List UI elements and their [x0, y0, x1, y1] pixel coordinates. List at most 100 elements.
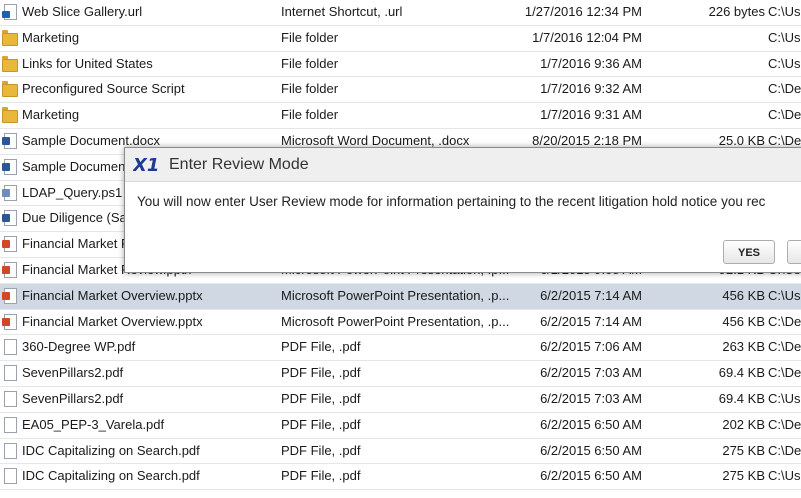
file-name: SevenPillars2.pdf	[22, 365, 124, 381]
file-row[interactable]: Links for United States File folder 1/7/20…	[0, 52, 801, 78]
dialog-title: Enter Review Mode	[169, 156, 309, 173]
x1-logo-icon: X1	[133, 155, 159, 174]
ppt-file-icon	[2, 313, 18, 330]
file-date: 1/7/2016 9:31 AM	[540, 107, 642, 123]
pdf-file-icon	[2, 416, 18, 433]
file-icon-shape	[4, 468, 17, 485]
file-size: 226 bytes	[708, 4, 765, 19]
file-name: SevenPillars2.pdf	[22, 390, 124, 406]
folder-icon	[2, 81, 18, 98]
file-path: C:\De	[768, 81, 801, 97]
file-date: 1/7/2016 9:32 AM	[540, 81, 642, 97]
file-path: C:\De	[768, 313, 801, 329]
dialog-title-bar: X1 Enter Review Mode	[125, 148, 801, 182]
file-icon-shape	[2, 132, 17, 149]
ppt-file-icon	[2, 287, 18, 304]
file-size: 456 KB	[722, 313, 765, 329]
file-row[interactable]: IDC Capitalizing on Search.pdf PDF File, …	[0, 464, 801, 491]
file-row[interactable]: IDC Capitalizing on Search.pdf PDF File, …	[0, 439, 801, 465]
doc-file-icon	[2, 158, 18, 175]
file-date: 6/2/2015 6:50 AM	[540, 416, 642, 432]
file-date: 6/2/2015 7:03 AM	[540, 390, 642, 406]
doc-file-icon	[2, 132, 18, 149]
file-path: C:\Use	[768, 4, 801, 19]
file-name: Web Slice Gallery.url	[22, 4, 143, 19]
file-row[interactable]: SevenPillars2.pdf PDF File, .pdf 6/2/2015 …	[0, 387, 801, 413]
file-row[interactable]: Preconfigured Source Script File folder 1/…	[0, 77, 801, 104]
file-path: C:\Us	[768, 390, 801, 406]
ps-file-icon	[2, 184, 18, 201]
pdf-file-icon	[2, 442, 18, 459]
file-date: 1/7/2016 9:36 AM	[540, 55, 642, 71]
url-file-icon	[2, 4, 18, 20]
file-icon-shape	[2, 29, 18, 46]
file-date: 6/2/2015 7:14 AM	[540, 313, 642, 329]
pdf-file-icon	[2, 390, 18, 407]
no-button[interactable]	[787, 240, 801, 264]
file-path: C:\De	[768, 132, 801, 148]
file-size: 69.4 KB	[718, 390, 765, 406]
file-icon-shape	[2, 107, 18, 124]
file-name: Sample Document.docx	[22, 132, 161, 148]
x1-logo-text: X1	[133, 155, 159, 174]
file-row[interactable]: Marketing File folder 1/7/2016 9:31 AM C:\D…	[0, 103, 801, 129]
file-size: 202 KB	[722, 416, 765, 432]
file-date: 6/2/2015 7:14 AM	[540, 287, 642, 303]
file-icon-shape	[2, 184, 17, 201]
folder-icon	[2, 107, 18, 124]
file-name: Financial Market Overview.pptx	[22, 287, 203, 303]
file-icon-shape	[2, 81, 18, 98]
ppt-file-icon	[2, 236, 18, 253]
pdf-file-icon	[2, 468, 18, 485]
file-icon-shape	[2, 158, 17, 175]
review-mode-dialog: X1 Enter Review Mode You will now enter …	[124, 147, 801, 273]
file-name: 360-Degree WP.pdf	[22, 339, 136, 355]
file-row[interactable]: Financial Market Overview.pptx Microsoft …	[0, 283, 801, 310]
file-icon-shape	[2, 55, 18, 72]
dialog-message: You will now enter User Review mode for …	[137, 194, 766, 209]
file-icon-shape	[2, 287, 17, 304]
file-icon-shape	[4, 339, 17, 356]
file-icon-shape	[4, 416, 17, 433]
file-row[interactable]: Financial Market Overview.pptx Microsoft …	[0, 310, 801, 336]
file-path: C:\Us	[768, 468, 801, 484]
pdf-file-icon	[2, 339, 18, 356]
file-date: 1/7/2016 12:04 PM	[532, 29, 642, 45]
file-name: Marketing	[22, 29, 80, 45]
pdf-file-icon	[2, 365, 18, 382]
file-size: 69.4 KB	[718, 365, 765, 381]
file-date: 6/2/2015 7:03 AM	[540, 365, 642, 381]
folder-icon	[2, 29, 18, 46]
file-size: 263 KB	[722, 339, 765, 355]
file-path: C:\De	[768, 107, 801, 123]
file-date: 6/2/2015 6:50 AM	[540, 468, 642, 484]
file-path: C:\Us	[768, 287, 801, 303]
file-name: IDC Capitalizing on Search.pdf	[22, 468, 200, 484]
file-icon-shape	[2, 236, 17, 253]
file-size: 25.0 KB	[718, 132, 765, 148]
file-date: 6/2/2015 7:06 AM	[540, 339, 642, 355]
file-name: Financial Market Overview.pptx	[22, 313, 203, 329]
file-row[interactable]: EA05_PEP-3_Varela.pdf PDF File, .pdf 6/2/2…	[0, 413, 801, 439]
file-row[interactable]: SevenPillars2.pdf PDF File, .pdf 6/2/2015 …	[0, 361, 801, 387]
file-icon-shape	[4, 365, 17, 382]
file-date: 1/27/2016 12:34 PM	[524, 4, 642, 19]
file-size: 275 KB	[722, 468, 765, 484]
file-icon-shape	[2, 313, 17, 330]
file-row[interactable]: Marketing File folder 1/7/2016 12:04 PM C:\…	[0, 26, 801, 52]
file-name: Marketing	[22, 107, 80, 123]
file-name: EA05_PEP-3_Varela.pdf	[22, 416, 165, 432]
file-icon-shape	[2, 261, 17, 278]
file-row[interactable]: 360-Degree WP.pdf PDF File, .pdf 6/2/2015 …	[0, 335, 801, 362]
file-path: C:\Us	[768, 55, 801, 71]
file-row[interactable]: Web Slice Gallery.url Internet Shortcut, …	[0, 0, 801, 26]
file-path: C:\De	[768, 416, 801, 432]
file-name: Preconfigured Source Script	[22, 81, 185, 97]
file-path: C:\Us	[768, 29, 801, 45]
yes-button[interactable]: YES	[723, 240, 775, 264]
file-size: 275 KB	[722, 442, 765, 458]
file-name: Links for United States	[22, 55, 153, 71]
file-icon-shape	[2, 210, 17, 227]
file-name: IDC Capitalizing on Search.pdf	[22, 442, 200, 458]
file-icon-shape	[2, 4, 17, 20]
